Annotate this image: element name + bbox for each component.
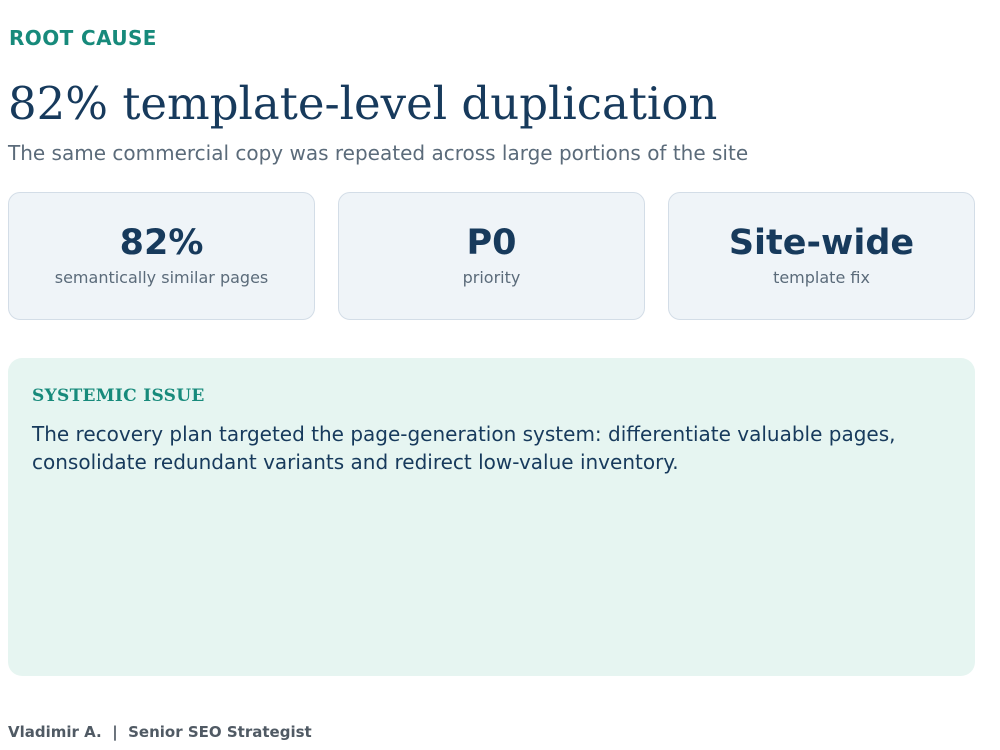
stats-row: 82% semantically similar pages P0 priori… [8, 192, 975, 322]
issue-title: SYSTEMIC ISSUE [32, 386, 205, 406]
page-title: 82% template-level duplication [8, 77, 718, 130]
stat-value: Site-wide [728, 223, 915, 263]
stat-value: P0 [466, 223, 517, 263]
systemic-issue-panel: SYSTEMIC ISSUE The recovery plan targete… [8, 358, 975, 676]
issue-body: The recovery plan targeted the page-gene… [32, 422, 896, 474]
byline-separator: | [112, 723, 118, 741]
section-eyebrow: ROOT CAUSE [9, 26, 157, 50]
stat-label: semantically similar pages [54, 268, 269, 287]
footer-byline: Vladimir A. | Senior SEO Strategist [8, 723, 312, 741]
slide: ROOT CAUSE 82% template-level duplicatio… [8, 0, 975, 750]
author-role: Senior SEO Strategist [128, 723, 312, 741]
stat-label: priority [462, 268, 521, 287]
stat-card-priority: P0 priority [338, 192, 645, 320]
page-subtitle: The same commercial copy was repeated ac… [8, 141, 749, 165]
stat-value: 82% [119, 223, 204, 263]
stat-label: template fix [773, 268, 870, 287]
stat-card-scope: Site-wide template fix [668, 192, 975, 320]
author-name: Vladimir A. [8, 723, 102, 741]
stat-card-similar-pages: 82% semantically similar pages [8, 192, 315, 320]
